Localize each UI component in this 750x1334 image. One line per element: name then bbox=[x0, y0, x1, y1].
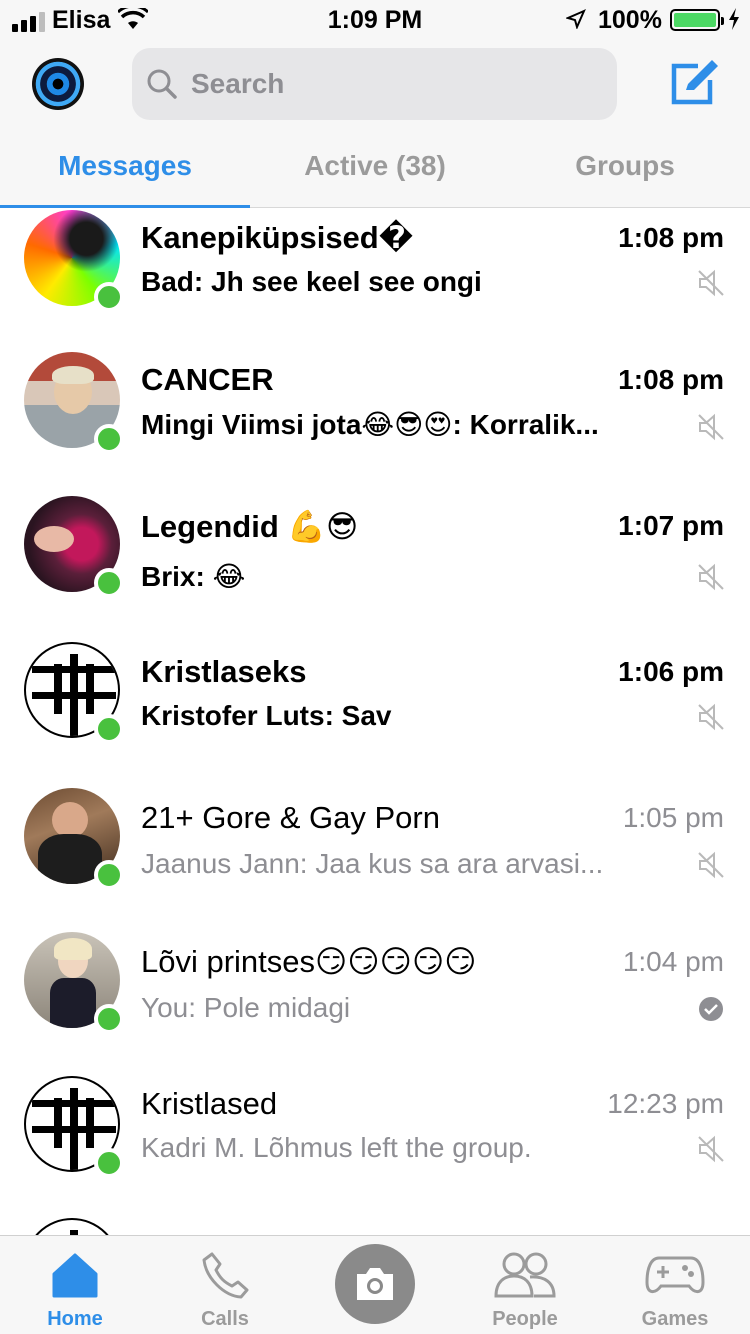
people-icon bbox=[494, 1250, 556, 1300]
conversation-time: 1:08 pm bbox=[618, 364, 724, 395]
avatar bbox=[24, 1218, 120, 1235]
battery-percent: 100% bbox=[598, 6, 662, 34]
tab-calls[interactable]: Calls bbox=[150, 1236, 300, 1334]
conversation-name: Kristlased bbox=[141, 1086, 278, 1121]
conversation-time: 12:23 pm bbox=[607, 1088, 724, 1119]
avatar bbox=[24, 642, 124, 744]
battery-icon bbox=[670, 9, 724, 31]
conversation-name: CANCER bbox=[141, 362, 274, 397]
tab-messages[interactable]: Messages bbox=[0, 150, 250, 182]
home-icon bbox=[50, 1250, 100, 1300]
conversation-time: 1:05 pm bbox=[622, 802, 724, 833]
tab-people-label: People bbox=[492, 1308, 558, 1330]
conversation-row[interactable]: Kristlaseks 1:06 pm Kristofer Luts: Sav bbox=[0, 640, 750, 780]
tab-groups[interactable]: Groups bbox=[500, 150, 750, 182]
online-indicator bbox=[94, 1148, 124, 1178]
conversation-row-partial[interactable] bbox=[0, 1218, 750, 1235]
search-input[interactable]: Search bbox=[132, 48, 617, 120]
conversation-preview: Bad: Jh see keel see ongi bbox=[141, 266, 482, 297]
header: Search Messages Active (38) Groups bbox=[0, 40, 750, 208]
conversation-time: 1:07 pm bbox=[618, 510, 724, 541]
conversation-list[interactable]: Kanepiküpsised� 1:08 pm Bad: Jh see keel… bbox=[0, 208, 750, 1235]
seen-check-icon bbox=[696, 994, 726, 1024]
muted-icon bbox=[696, 1134, 726, 1164]
conversation-time: 1:06 pm bbox=[618, 656, 724, 687]
avatar bbox=[24, 788, 124, 890]
conversation-row[interactable]: Kanepiküpsised� 1:08 pm Bad: Jh see keel… bbox=[0, 208, 750, 348]
muted-icon bbox=[696, 850, 726, 880]
tab-home-label: Home bbox=[47, 1308, 103, 1330]
conversation-name: Lõvi printses😏😏😏😏😏 bbox=[141, 944, 477, 979]
camera-button[interactable] bbox=[335, 1244, 415, 1324]
conversation-preview: Mingi Viimsi jota😂😎😍: Korralik... bbox=[141, 409, 599, 440]
muted-icon bbox=[696, 268, 726, 298]
avatar bbox=[24, 352, 124, 454]
conversation-time: 1:08 pm bbox=[618, 222, 724, 253]
compose-icon[interactable] bbox=[668, 58, 720, 113]
online-indicator bbox=[94, 424, 124, 454]
conversation-preview: Kristofer Luts: Sav bbox=[141, 700, 392, 731]
conversation-row[interactable]: 21+ Gore & Gay Porn 1:05 pm Jaanus Jann:… bbox=[0, 786, 750, 926]
tab-people[interactable]: People bbox=[450, 1236, 600, 1334]
conversation-row[interactable]: Lõvi printses😏😏😏😏😏 1:04 pm You: Pole mid… bbox=[0, 930, 750, 1070]
conversation-name: Legendid 💪😎 bbox=[141, 509, 359, 544]
profile-avatar[interactable] bbox=[32, 58, 84, 110]
bottom-tab-bar: Home Calls People Games bbox=[0, 1235, 750, 1334]
camera-icon bbox=[353, 1264, 397, 1309]
conversation-name: Kristlaseks bbox=[141, 654, 307, 689]
online-indicator bbox=[94, 282, 124, 312]
gamepad-icon bbox=[645, 1250, 705, 1300]
status-bar: Elisa 1:09 PM 100% bbox=[0, 0, 750, 40]
phone-icon bbox=[200, 1250, 250, 1300]
muted-icon bbox=[696, 562, 726, 592]
search-placeholder: Search bbox=[191, 68, 285, 99]
search-icon bbox=[146, 68, 178, 105]
online-indicator bbox=[94, 714, 124, 744]
muted-icon bbox=[696, 412, 726, 442]
online-indicator bbox=[94, 568, 124, 598]
avatar bbox=[24, 1076, 124, 1178]
online-indicator bbox=[94, 1004, 124, 1034]
conversation-name: 21+ Gore & Gay Porn bbox=[141, 800, 440, 835]
tab-games-label: Games bbox=[641, 1308, 709, 1330]
tab-active[interactable]: Active (38) bbox=[250, 150, 500, 182]
tab-home[interactable]: Home bbox=[0, 1236, 150, 1334]
tab-calls-label: Calls bbox=[201, 1308, 249, 1330]
conversation-row[interactable]: CANCER 1:08 pm Mingi Viimsi jota😂😎😍: Kor… bbox=[0, 350, 750, 490]
avatar bbox=[24, 496, 124, 598]
conversation-time: 1:04 pm bbox=[622, 946, 724, 977]
tab-bar-top: Messages Active (38) Groups bbox=[0, 140, 750, 208]
conversation-preview: Jaanus Jann: Jaa kus sa ara arvasi... bbox=[141, 848, 604, 879]
online-indicator bbox=[94, 860, 124, 890]
muted-icon bbox=[696, 702, 726, 732]
conversation-row[interactable]: Legendid 💪😎 1:07 pm Brix: 😂 bbox=[0, 494, 750, 634]
avatar bbox=[24, 932, 124, 1034]
avatar bbox=[24, 210, 124, 312]
conversation-preview: Kadri M. Lõhmus left the group. bbox=[141, 1132, 532, 1163]
conversation-row[interactable]: Kristlased 12:23 pm Kadri M. Lõhmus left… bbox=[0, 1074, 750, 1214]
tab-games[interactable]: Games bbox=[600, 1236, 750, 1334]
location-arrow-icon bbox=[565, 9, 586, 34]
conversation-preview: Brix: 😂 bbox=[141, 561, 246, 592]
conversation-preview: You: Pole midagi bbox=[141, 992, 351, 1023]
charging-icon bbox=[728, 8, 740, 35]
conversation-name: Kanepiküpsised� bbox=[141, 220, 414, 255]
